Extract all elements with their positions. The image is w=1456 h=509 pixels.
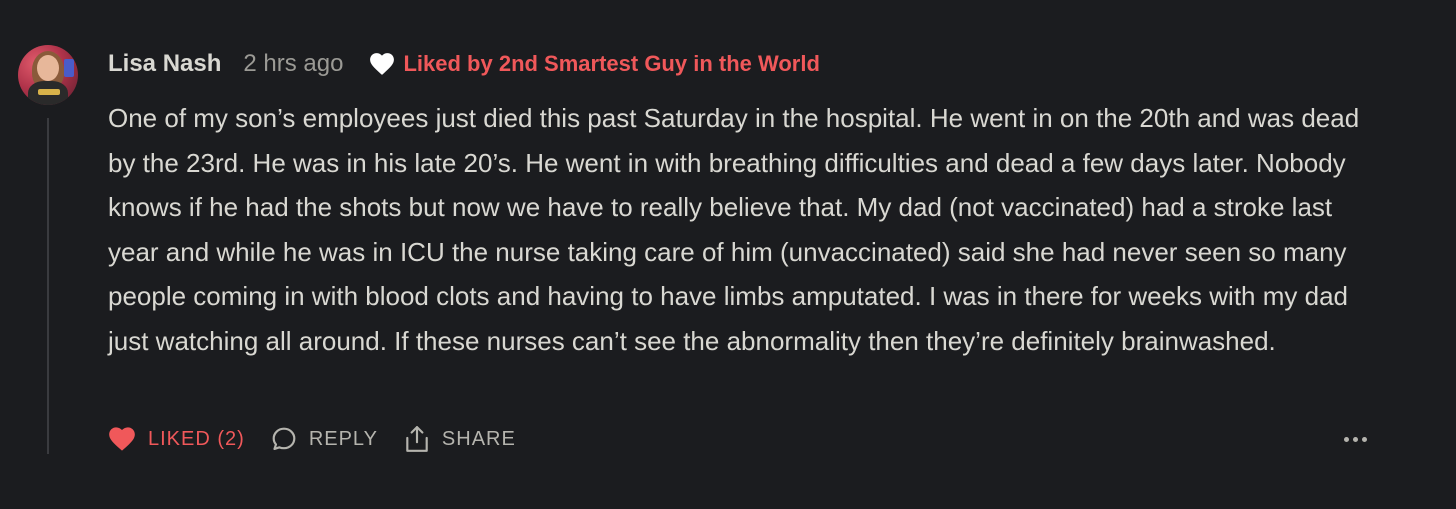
avatar-background-detail xyxy=(64,59,74,77)
comment-timestamp[interactable]: 2 hrs ago xyxy=(243,50,343,78)
comment-header: Lisa Nash 2 hrs ago Liked by 2nd Smartes… xyxy=(108,46,820,82)
avatar[interactable] xyxy=(18,45,78,105)
liked-by-badge: Liked by 2nd Smartest Guy in the World xyxy=(369,51,820,77)
comment-actions: LIKED (2) REPLY SHARE xyxy=(108,420,516,458)
speech-bubble-icon xyxy=(272,427,296,451)
thread-line[interactable] xyxy=(47,118,49,454)
more-dot xyxy=(1352,436,1358,442)
comment: Lisa Nash 2 hrs ago Liked by 2nd Smartes… xyxy=(0,0,1456,509)
avatar-shirt-print xyxy=(38,89,60,95)
more-dot xyxy=(1361,436,1367,442)
author-name[interactable]: Lisa Nash xyxy=(108,50,221,78)
share-label: SHARE xyxy=(441,427,516,450)
reply-label: REPLY xyxy=(308,427,378,450)
share-button[interactable]: SHARE xyxy=(404,425,516,453)
like-button[interactable]: LIKED (2) xyxy=(108,426,245,452)
heart-icon xyxy=(370,53,395,75)
avatar-face xyxy=(37,55,59,81)
more-options-button[interactable] xyxy=(1340,426,1370,452)
heart-filled-icon xyxy=(109,427,135,451)
comment-body: One of my son’s employees just died this… xyxy=(108,103,1360,356)
more-horizontal-icon xyxy=(1343,436,1349,442)
like-label: LIKED (2) xyxy=(148,427,245,450)
share-upload-icon xyxy=(406,426,428,452)
liked-by-text: Liked by 2nd Smartest Guy in the World xyxy=(403,51,820,76)
reply-button[interactable]: REPLY xyxy=(271,426,378,452)
